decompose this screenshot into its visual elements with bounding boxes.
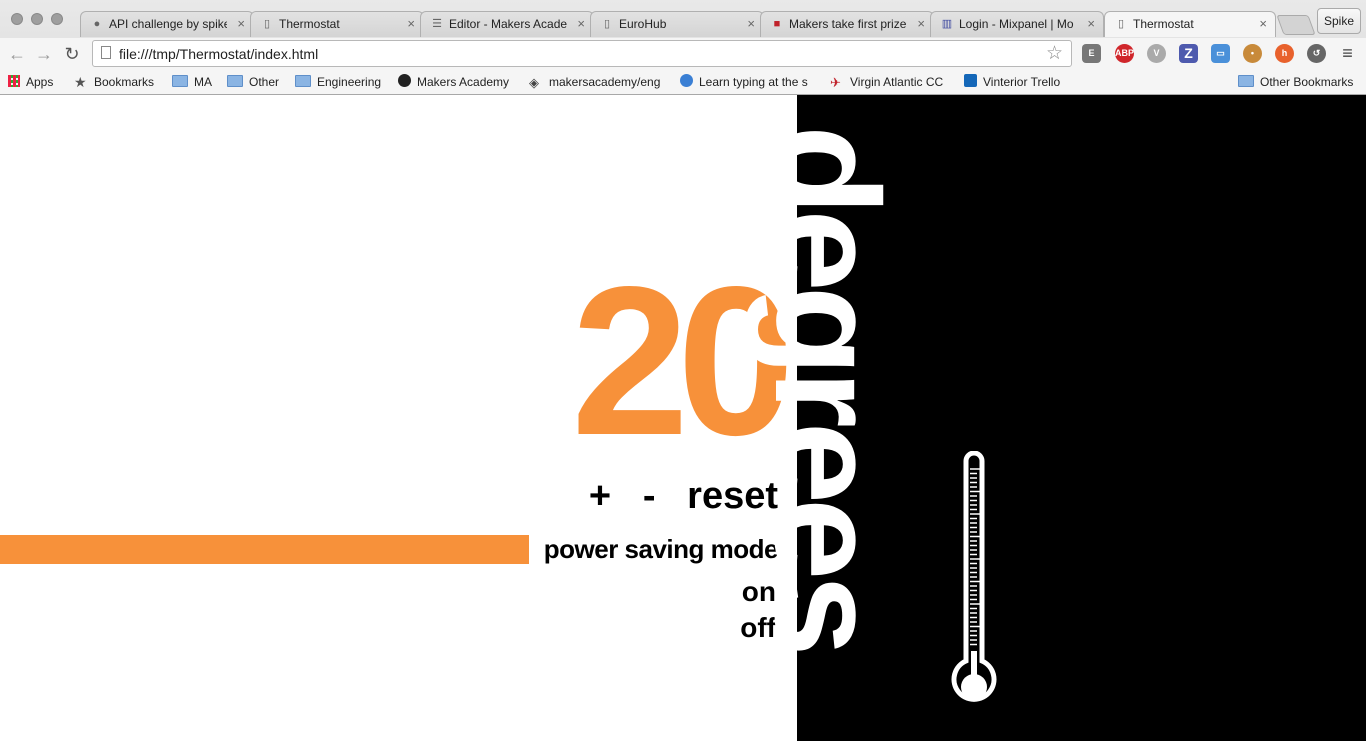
bookmark-apps[interactable]: Apps	[8, 73, 53, 91]
vimium-icon[interactable]: V	[1147, 44, 1166, 63]
page-icon	[101, 46, 111, 59]
profile-button[interactable]: Spike	[1317, 8, 1362, 34]
reload-icon[interactable]: ↻	[61, 43, 83, 65]
sync-icon[interactable]: ↺	[1307, 44, 1326, 63]
tab-label: Login - Mixpanel | Mo	[959, 17, 1074, 31]
page-icon: ▯	[1117, 18, 1125, 30]
mixpanel-icon: ▥	[941, 18, 953, 30]
menu-icon[interactable]: ≡	[1338, 44, 1357, 63]
honey-icon[interactable]: h	[1275, 44, 1294, 63]
close-window-button[interactable]	[11, 13, 23, 25]
new-tab-button[interactable]	[1276, 15, 1316, 35]
folder-icon	[172, 75, 188, 87]
cookie-icon[interactable]: •	[1243, 44, 1262, 63]
degrees-text: degrees	[744, 125, 909, 651]
page-icon: ▯	[263, 18, 271, 30]
other-bookmarks[interactable]: Other Bookmarks	[1238, 73, 1353, 91]
bookmark-label: MA	[194, 75, 212, 89]
tab-label: EuroHub	[619, 17, 667, 31]
star-icon: ★	[74, 74, 87, 90]
zotero-icon[interactable]: Z	[1179, 44, 1198, 63]
tab-mixpanel[interactable]: ▥ Login - Mixpanel | Mo ×	[930, 11, 1104, 37]
github-icon: ●	[93, 18, 101, 30]
bookmark-label: Other Bookmarks	[1260, 75, 1354, 89]
bookmark-label: Learn typing at the s	[699, 75, 808, 89]
bookmark-label: Engineering	[317, 75, 382, 89]
thermometer-icon	[951, 451, 997, 702]
close-icon[interactable]: ×	[407, 16, 415, 31]
close-icon[interactable]: ×	[237, 16, 245, 31]
zoom-window-button[interactable]	[51, 13, 63, 25]
tab-label: Makers take first prize	[789, 17, 907, 31]
tab-label: Thermostat	[279, 17, 340, 31]
address-bar[interactable]: file:///tmp/Thermostat/index.html ☆	[92, 40, 1072, 67]
decrease-button[interactable]: -	[643, 475, 656, 517]
diamond-icon: ◈	[529, 75, 539, 90]
bookmark-folder-ma[interactable]: MA	[172, 73, 212, 91]
page-icon: ▯	[603, 18, 611, 30]
folder-icon	[295, 75, 311, 87]
url-text: file:///tmp/Thermostat/index.html	[119, 46, 319, 62]
bookmark-makersacademy-eng[interactable]: ◈ makersacademy/eng	[529, 73, 660, 91]
forward-arrow-icon[interactable]: →	[33, 43, 55, 65]
folder-icon	[1238, 75, 1254, 87]
tab-api-challenge[interactable]: ● API challenge by spike ×	[80, 11, 254, 37]
bookmark-learn-typing[interactable]: Learn typing at the s	[680, 73, 815, 91]
trello-icon	[964, 74, 977, 87]
tab-strip: ● API challenge by spike × ▯ Thermostat …	[76, 8, 1306, 37]
minimize-window-button[interactable]	[31, 13, 43, 25]
bookmark-makers-academy[interactable]: Makers Academy	[398, 73, 509, 91]
tab-thermostat-active[interactable]: ▯ Thermostat ×	[1104, 11, 1276, 37]
folder-icon	[227, 75, 243, 87]
bookmark-label: Vinterior Trello	[983, 75, 1061, 89]
close-icon[interactable]: ×	[917, 16, 925, 31]
bookmark-virgin-atlantic[interactable]: ✈ Virgin Atlantic CC	[830, 73, 943, 91]
bookmark-folder-engineering[interactable]: Engineering	[295, 73, 381, 91]
close-icon[interactable]: ×	[1087, 16, 1095, 31]
bookmarks-bar: Apps ★ Bookmarks MA Other Engineering Mak…	[0, 70, 1366, 94]
tab-thermostat-1[interactable]: ▯ Thermostat ×	[250, 11, 424, 37]
editor-icon: ☰	[432, 18, 442, 30]
bookmark-bookmarks[interactable]: ★ Bookmarks	[74, 73, 154, 91]
tab-eurohub[interactable]: ▯ EuroHub ×	[590, 11, 764, 37]
github-icon	[398, 74, 411, 87]
evernote-icon[interactable]: E	[1082, 44, 1101, 63]
tab-label: API challenge by spike	[109, 17, 227, 31]
close-icon[interactable]: ×	[747, 16, 755, 31]
bookmark-label: Virgin Atlantic CC	[850, 75, 944, 89]
bookmark-vinterior-trello[interactable]: Vinterior Trello	[964, 73, 1060, 91]
back-arrow-icon[interactable]: ←	[6, 43, 28, 65]
bookmark-label: makersacademy/eng	[549, 75, 661, 89]
bookmark-label: Makers Academy	[417, 75, 510, 89]
makers-icon: ■	[773, 18, 781, 30]
browser-toolbar: ← → ↻ file:///tmp/Thermostat/index.html …	[0, 38, 1366, 70]
thermostat-page: 20 + - reset power saving mode on off de…	[0, 95, 1366, 741]
cast-icon[interactable]: ▭	[1211, 44, 1230, 63]
cursor-icon	[680, 74, 693, 87]
increase-button[interactable]: +	[589, 475, 611, 517]
apps-grid-icon	[8, 75, 20, 87]
tab-label: Thermostat	[1133, 17, 1194, 31]
tab-editor[interactable]: ☰ Editor - Makers Acade ×	[420, 11, 594, 37]
browser-chrome: ● API challenge by spike × ▯ Thermostat …	[0, 0, 1366, 95]
power-saving-bar	[0, 535, 529, 564]
plane-icon: ✈	[830, 75, 841, 90]
adblock-icon[interactable]: ABP	[1115, 44, 1134, 63]
close-icon[interactable]: ×	[1259, 16, 1267, 31]
power-saving-label: power saving mode	[543, 534, 779, 564]
close-icon[interactable]: ×	[577, 16, 585, 31]
tab-label: Editor - Makers Acade	[449, 17, 567, 31]
tab-makers-prize[interactable]: ■ Makers take first prize ×	[760, 11, 934, 37]
bookmark-label: Other	[249, 75, 280, 89]
bookmark-folder-other[interactable]: Other	[227, 73, 279, 91]
bookmark-label: Bookmarks	[94, 75, 155, 89]
bookmark-star-icon[interactable]: ☆	[1046, 42, 1063, 65]
bookmark-label: Apps	[26, 75, 54, 89]
